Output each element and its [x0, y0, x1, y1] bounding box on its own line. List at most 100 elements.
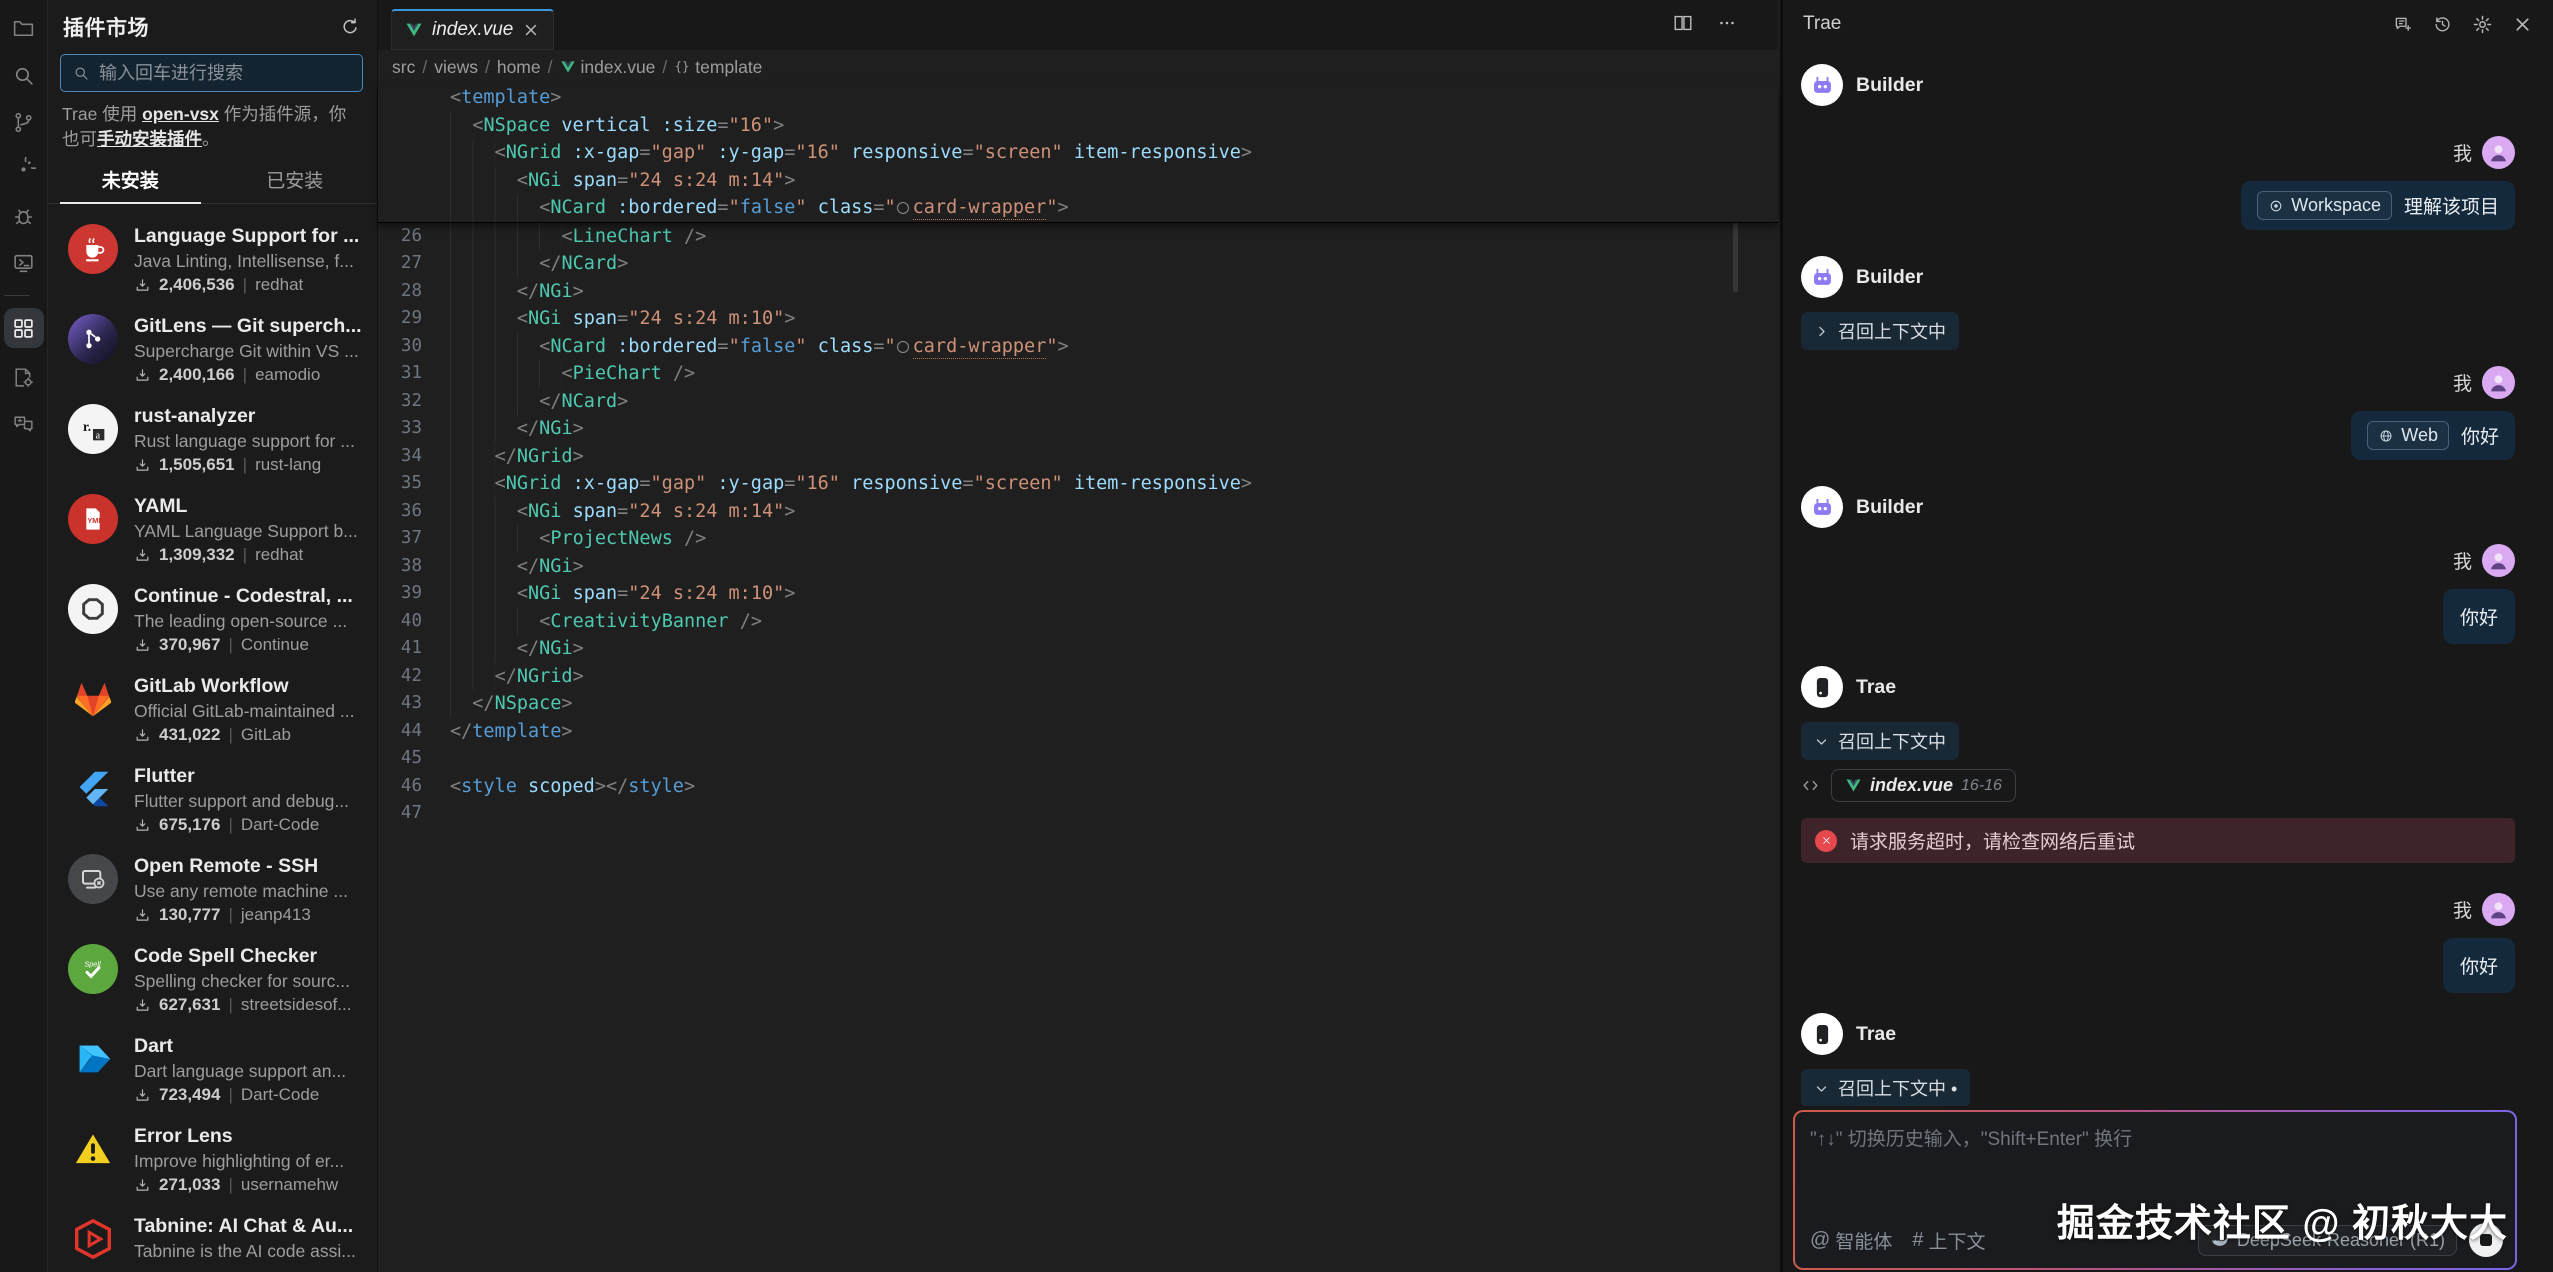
- extension-item-gitlens[interactable]: GitLens — Git superch...Supercharge Git …: [68, 314, 367, 390]
- extension-item-flutter[interactable]: FlutterFlutter support and debug...675,1…: [68, 764, 367, 840]
- breadcrumb-item-index.vue[interactable]: index.vue: [560, 57, 656, 78]
- extension-meta: 1,505,651|rust-lang: [134, 455, 355, 475]
- marketplace-tab-1[interactable]: 已安装: [213, 166, 378, 203]
- history-icon[interactable]: [2432, 14, 2453, 35]
- tab-index-vue[interactable]: index.vue: [391, 9, 554, 50]
- code-line-row[interactable]: 46<style scoped></style>: [378, 773, 1778, 801]
- divider: |: [243, 545, 247, 565]
- context-recall-box[interactable]: 召回上下文中: [1801, 312, 1959, 350]
- sticky-line[interactable]: <NGi span="24 s:24 m:14">: [378, 167, 1778, 195]
- user-label: 我: [2453, 547, 2472, 574]
- context-file-chip[interactable]: index.vue16-16: [1831, 769, 2016, 802]
- chat-input[interactable]: [1810, 1124, 2500, 1186]
- code-line-row[interactable]: 30<NCard :bordered="false" class="card-w…: [378, 333, 1778, 361]
- code-line-row[interactable]: 47: [378, 800, 1778, 828]
- activity-item-watch[interactable]: [4, 147, 44, 191]
- activity-item-search[interactable]: [4, 53, 44, 97]
- code-line-row[interactable]: 36<NGi span="24 s:24 m:14">: [378, 498, 1778, 526]
- mention-上下文[interactable]: #上下文: [1912, 1227, 1985, 1254]
- code-line-row[interactable]: 34</NGrid>: [378, 443, 1778, 471]
- extension-meta: 271,033|usernamehw: [134, 1175, 344, 1195]
- close-icon[interactable]: [522, 21, 540, 39]
- chat-message-8: Trae召回上下文中 •index.vue16-16: [1801, 1013, 2515, 1106]
- code-line-row[interactable]: 26<LineChart />: [378, 223, 1778, 251]
- context-recall-box[interactable]: 召回上下文中: [1801, 722, 1959, 760]
- activity-item-explorer[interactable]: [4, 6, 44, 50]
- braces-icon: [674, 59, 690, 75]
- vue-icon: [1845, 777, 1862, 794]
- sticky-line[interactable]: <NGrid :x-gap="gap" :y-gap="16" responsi…: [378, 139, 1778, 167]
- marketplace-tab-0[interactable]: 未安装: [48, 166, 213, 203]
- extension-publisher: rust-lang: [255, 455, 321, 475]
- new-chat-icon[interactable]: [2392, 14, 2413, 35]
- line-number: 32: [378, 388, 422, 416]
- extension-item-tabnine[interactable]: Tabnine: AI Chat & Au...Tabnine is the A…: [68, 1214, 367, 1272]
- extension-search-box[interactable]: [60, 54, 363, 92]
- breadcrumb-item-home[interactable]: home: [497, 57, 541, 78]
- extension-item-continue[interactable]: Continue - Codestral, ...The leading ope…: [68, 584, 367, 660]
- code-line-row[interactable]: 33</NGi>: [378, 415, 1778, 443]
- code-line-row[interactable]: 45: [378, 745, 1778, 773]
- code-line-row[interactable]: 32</NCard>: [378, 388, 1778, 416]
- extension-item-errorlens[interactable]: Error LensImprove highlighting of er...2…: [68, 1124, 367, 1200]
- code-line-row[interactable]: 41</NGi>: [378, 635, 1778, 663]
- context-recall-box[interactable]: 召回上下文中 •: [1801, 1069, 1970, 1106]
- breadcrumb-separator: /: [662, 57, 667, 78]
- extension-item-java[interactable]: Language Support for ...Java Linting, In…: [68, 224, 367, 300]
- code-line-row[interactable]: 40<CreativityBanner />: [378, 608, 1778, 636]
- user-avatar: [2482, 893, 2515, 926]
- extension-item-dart[interactable]: DartDart language support an...723,494|D…: [68, 1034, 367, 1110]
- breadcrumb-item-views[interactable]: views: [434, 57, 478, 78]
- code-line-row[interactable]: 38</NGi>: [378, 553, 1778, 581]
- code-text: </NSpace>: [472, 690, 572, 718]
- extension-publisher: eamodio: [255, 365, 320, 385]
- mention-智能体[interactable]: @智能体: [1810, 1227, 1892, 1254]
- code-line-row[interactable]: 37<ProjectNews />: [378, 525, 1778, 553]
- activity-item-extensions[interactable]: [4, 308, 44, 348]
- indent-guides: [450, 223, 562, 251]
- code-line-row[interactable]: 44</template>: [378, 718, 1778, 746]
- extension-meta: 370,967|Continue: [134, 635, 353, 655]
- activity-item-source-control[interactable]: [4, 100, 44, 144]
- mention-prefix-icon: #: [1912, 1229, 1923, 1252]
- code-line-row[interactable]: 28</NGi>: [378, 278, 1778, 306]
- marketplace-note-link[interactable]: open-vsx: [142, 104, 219, 124]
- extension-meta: 2,400,166|eamodio: [134, 365, 362, 385]
- sticky-line[interactable]: <template>: [378, 84, 1778, 112]
- activity-item-chat[interactable]: [4, 402, 44, 446]
- activity-item-remote[interactable]: [4, 241, 44, 285]
- chat-message-6: Trae召回上下文中index.vue16-16请求服务超时，请检查网络后重试: [1801, 666, 2515, 863]
- mention-prefix-icon: @: [1810, 1229, 1830, 1252]
- extension-item-gitlab[interactable]: GitLab WorkflowOfficial GitLab-maintaine…: [68, 674, 367, 750]
- extension-item-spell[interactable]: SpellCode Spell CheckerSpelling checker …: [68, 944, 367, 1020]
- code-line-row[interactable]: 43</NSpace>: [378, 690, 1778, 718]
- code-line-row[interactable]: 35<NGrid :x-gap="gap" :y-gap="16" respon…: [378, 470, 1778, 498]
- breadcrumb-item-template[interactable]: template: [674, 57, 762, 78]
- sticky-line[interactable]: <NSpace vertical :size="16">: [378, 112, 1778, 140]
- code-line-row[interactable]: 29<NGi span="24 s:24 m:10">: [378, 305, 1778, 333]
- activity-item-debug[interactable]: [4, 194, 44, 238]
- extension-item-yaml[interactable]: YMLYAMLYAML Language Support b...1,309,3…: [68, 494, 367, 570]
- code-text: <NGi span="24 s:24 m:14">: [517, 167, 795, 195]
- extension-item-rust[interactable]: r.arust-analyzerRust language support fo…: [68, 404, 367, 480]
- more-actions-icon[interactable]: [1716, 12, 1738, 34]
- split-editor-icon[interactable]: [1672, 12, 1694, 34]
- close-panel-icon[interactable]: [2512, 14, 2533, 35]
- sticky-line[interactable]: <NCard :bordered="false" class="card-wra…: [378, 194, 1778, 222]
- code-line-row[interactable]: 31<PieChart />: [378, 360, 1778, 388]
- indent-guides: [450, 470, 495, 498]
- breadcrumb-item-src[interactable]: src: [392, 57, 415, 78]
- activity-item-file-settings[interactable]: [4, 355, 44, 399]
- gutter-gap: [422, 415, 450, 443]
- code-line-row[interactable]: 39<NGi span="24 s:24 m:10">: [378, 580, 1778, 608]
- extension-search-input[interactable]: [99, 63, 351, 84]
- gutter-gap: [422, 800, 450, 828]
- extension-item-ssh[interactable]: Open Remote - SSHUse any remote machine …: [68, 854, 367, 930]
- gear-icon[interactable]: [2472, 14, 2493, 35]
- code-line-row[interactable]: 27</NCard>: [378, 250, 1778, 278]
- marketplace-note-link[interactable]: 手动安装插件: [97, 129, 202, 149]
- refresh-icon[interactable]: [339, 16, 361, 38]
- code-line-row[interactable]: 42</NGrid>: [378, 663, 1778, 691]
- line-number: 44: [378, 718, 422, 746]
- user-avatar: [2482, 366, 2515, 399]
